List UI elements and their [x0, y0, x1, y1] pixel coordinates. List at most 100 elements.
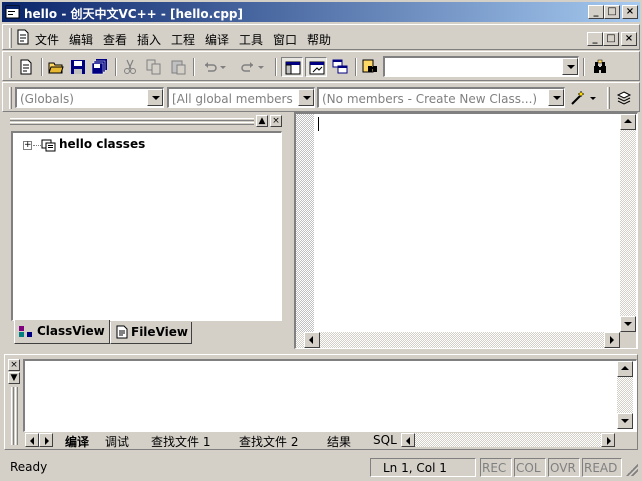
minimize-button[interactable]: _ [588, 5, 604, 19]
class-tree[interactable]: + hello classes [11, 131, 282, 321]
output-close-button[interactable]: × [8, 359, 20, 371]
code-editor[interactable] [294, 112, 638, 349]
tab-find-in-files-1[interactable]: 查找文件 1 [151, 433, 210, 449]
scroll-right-button[interactable] [604, 332, 620, 348]
filter-combo-dropdown[interactable] [298, 89, 314, 106]
tabs-scroll-left[interactable] [25, 433, 39, 447]
menu-window[interactable]: 窗口 [273, 31, 297, 48]
scroll-down-button[interactable] [617, 413, 633, 429]
members-combo[interactable]: (No members - Create New Class...) [317, 87, 565, 108]
menu-bar: 文件 编辑 查看 插入 工程 编译 工具 窗口 帮助 _ □ × [2, 24, 640, 50]
tree-root-item[interactable]: hello classes [59, 137, 145, 151]
toolbar-separator [41, 58, 43, 76]
resize-grip[interactable] [626, 464, 638, 476]
tab-sql[interactable]: SQL [373, 433, 397, 449]
workspace-toggle-button[interactable] [281, 57, 303, 77]
tab-build[interactable]: 编译 [65, 433, 89, 449]
output-text[interactable] [23, 359, 637, 432]
find-button[interactable] [589, 57, 611, 77]
scroll-up-button[interactable] [620, 114, 636, 130]
vertical-splitter[interactable] [289, 112, 293, 349]
menu-file[interactable]: 文件 [35, 31, 59, 48]
maximize-button[interactable]: □ [604, 5, 620, 19]
mdi-close-button[interactable]: × [621, 32, 637, 46]
workspace-header[interactable]: ▲ × [8, 114, 288, 128]
output-maximize-button[interactable]: ▼ [8, 372, 20, 384]
new-file-icon [20, 59, 32, 75]
class-combo-dropdown[interactable] [147, 89, 163, 106]
tab-results[interactable]: 结果 [327, 433, 351, 449]
text-caret [318, 117, 319, 131]
menubar-grip[interactable] [9, 28, 12, 48]
output-grip[interactable] [15, 387, 18, 445]
expand-toggle[interactable]: + [23, 141, 32, 150]
cut-button[interactable] [119, 57, 141, 77]
scroll-left-button[interactable] [304, 332, 320, 348]
menu-help[interactable]: 帮助 [307, 31, 331, 48]
toolbar-grip[interactable] [607, 87, 610, 109]
tab-classview[interactable]: ClassView [14, 320, 110, 344]
classview-icon [19, 326, 32, 337]
find-combo[interactable] [383, 56, 579, 77]
status-ovr: OVR [548, 458, 580, 477]
close-button[interactable]: × [622, 5, 638, 19]
editor-horizontal-scrollbar[interactable] [296, 332, 620, 348]
redo-button[interactable] [237, 57, 269, 77]
toolbar-separator [193, 58, 195, 76]
window-list-button[interactable] [329, 57, 351, 77]
mdi-minimize-button[interactable]: _ [587, 32, 603, 46]
members-combo-dropdown[interactable] [548, 89, 564, 106]
class-combo[interactable]: (Globals) [15, 87, 164, 108]
output-grip[interactable] [11, 387, 14, 445]
menu-tools[interactable]: 工具 [239, 31, 263, 48]
output-vertical-scrollbar[interactable] [617, 361, 633, 429]
save-button[interactable] [67, 57, 89, 77]
wizardbar-grip[interactable] [9, 87, 12, 109]
menu-build[interactable]: 编译 [205, 31, 229, 48]
filter-combo[interactable]: [All global members [167, 87, 315, 108]
selection-margin[interactable] [296, 114, 314, 332]
menu-insert[interactable]: 插入 [137, 31, 161, 48]
find-in-files-button[interactable] [359, 57, 381, 77]
status-read: READ [582, 458, 622, 477]
windows-icon [332, 59, 348, 74]
scroll-down-button[interactable] [620, 316, 636, 332]
toolbar-grip[interactable] [9, 56, 12, 78]
workspace-maximize-button[interactable]: ▲ [256, 115, 268, 127]
scroll-up-button[interactable] [617, 361, 633, 377]
copy-button[interactable] [143, 57, 165, 77]
undo-button[interactable] [199, 57, 231, 77]
output-horizontal-scrollbar[interactable] [401, 433, 615, 447]
menu-edit[interactable]: 编辑 [69, 31, 93, 48]
chevron-down-icon [258, 66, 264, 69]
tab-debug[interactable]: 调试 [105, 433, 129, 449]
scroll-left-button[interactable] [401, 433, 415, 447]
scroll-corner [620, 332, 636, 348]
menu-view[interactable]: 查看 [103, 31, 127, 48]
scroll-right-button[interactable] [601, 433, 615, 447]
status-rec-text: REC [482, 461, 507, 475]
output-toggle-button[interactable] [305, 57, 327, 77]
tabs-scroll-right[interactable] [39, 433, 53, 447]
save-all-icon [92, 59, 107, 75]
menu-project[interactable]: 工程 [171, 31, 195, 48]
open-folder-icon [48, 62, 64, 74]
paste-button[interactable] [167, 57, 189, 77]
new-text-file-button[interactable] [15, 57, 37, 77]
mdi-restore-button[interactable]: □ [603, 32, 619, 46]
open-button[interactable] [45, 57, 67, 77]
workspace-close-button[interactable]: × [270, 115, 282, 127]
copy-icon [146, 59, 161, 75]
find-combo-dropdown[interactable] [562, 58, 578, 75]
title-bar[interactable]: hello - 创天中文VC++ - [hello.cpp] _ □ × [2, 2, 640, 22]
build-button[interactable] [613, 88, 635, 108]
editor-vertical-scrollbar[interactable] [620, 114, 636, 332]
tab-fileview[interactable]: FileView [110, 322, 192, 344]
status-col-text: COL [516, 461, 541, 475]
save-all-button[interactable] [89, 57, 111, 77]
wizard-action-button[interactable] [567, 88, 601, 108]
tab-find-in-files-2[interactable]: 查找文件 2 [239, 433, 298, 449]
wizard-bar: (Globals) [All global members (No member… [2, 82, 640, 112]
tree-connector [33, 145, 41, 146]
document-icon[interactable] [15, 29, 31, 45]
